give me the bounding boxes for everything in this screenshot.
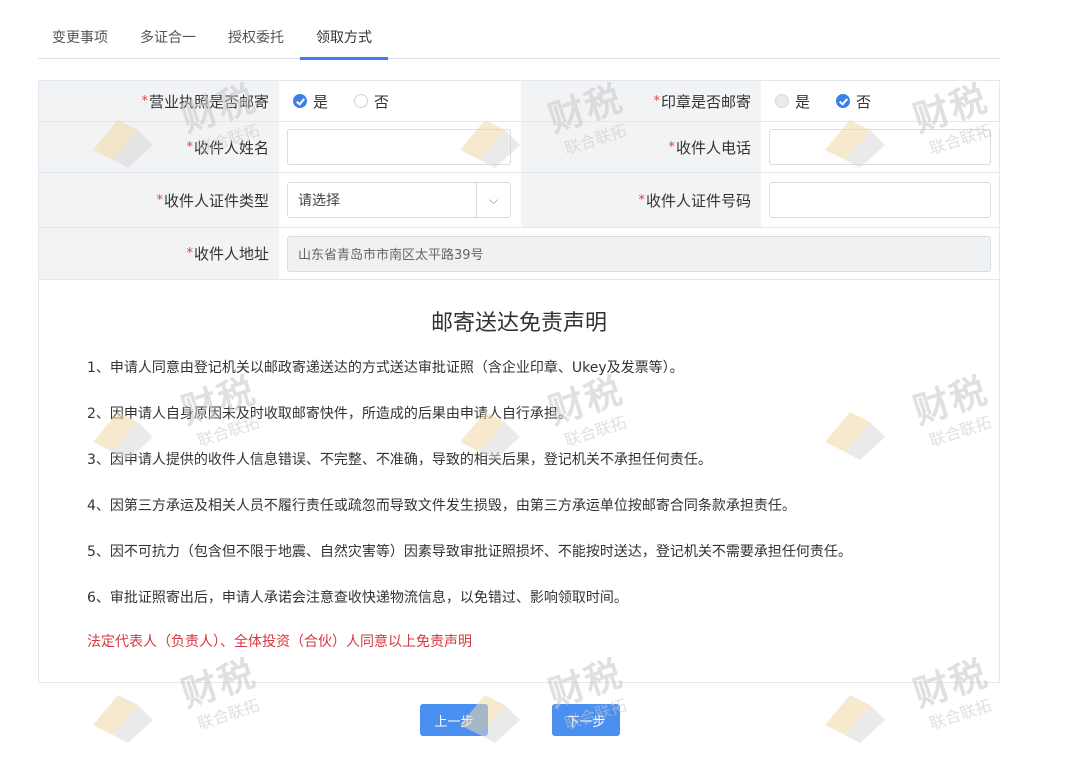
- license-mail-label: * 营业执照是否邮寄: [39, 81, 279, 121]
- tab-multi-license[interactable]: 多证合一: [124, 18, 212, 58]
- disclaimer-panel: 邮寄送达免责声明 1、申请人同意由登记机关以邮政寄递送达的方式送达审批证照（含企…: [38, 279, 1000, 683]
- tab-bar: 变更事项 多证合一 授权委托 领取方式: [38, 18, 1000, 60]
- form-row-id: * 收件人证件类型 请选择 ⌵ * 收件人证件号码: [39, 173, 999, 228]
- disclaimer-item: 6、审批证照寄出后，申请人承诺会注意查收快递物流信息，以免错过、影响领取时间。: [87, 590, 628, 606]
- seal-mail-label: * 印章是否邮寄: [521, 81, 761, 121]
- license-mail-options: 是 否: [279, 81, 521, 121]
- id-number-input[interactable]: [769, 182, 991, 218]
- watermark-logo-icon: [93, 695, 153, 743]
- license-mail-yes-radio[interactable]: 是: [293, 91, 328, 112]
- id-type-select[interactable]: 请选择 ⌵: [287, 182, 511, 218]
- address-label: * 收件人地址: [39, 228, 279, 279]
- seal-mail-options: 是 否: [761, 81, 999, 121]
- disclaimer-item: 2、因申请人自身原因未及时收取邮寄快件，所造成的后果由申请人自行承担。: [87, 406, 572, 422]
- id-number-label: * 收件人证件号码: [521, 173, 761, 227]
- chevron-down-icon[interactable]: ⌵: [476, 183, 510, 217]
- tab-change-items[interactable]: 变更事项: [38, 18, 124, 58]
- form-row-recipient: * 收件人姓名 * 收件人电话: [39, 122, 999, 173]
- radio-unchecked-icon: [775, 94, 789, 108]
- mailing-form: * 营业执照是否邮寄 是 否 * 印章是否邮寄 是 否 * 收件人姓名 * 收件人电话: [38, 80, 1000, 280]
- disclaimer-consent: 法定代表人（负责人）、全体投资（合伙）人同意以上免责声明: [87, 634, 472, 650]
- recipient-name-label: * 收件人姓名: [39, 122, 279, 172]
- license-mail-no-radio[interactable]: 否: [354, 91, 389, 112]
- id-type-label: * 收件人证件类型: [39, 173, 279, 227]
- radio-checked-icon: [836, 94, 851, 108]
- recipient-phone-label: * 收件人电话: [521, 122, 761, 172]
- tab-authorization[interactable]: 授权委托: [212, 18, 300, 58]
- next-step-button[interactable]: 下一步: [552, 704, 620, 736]
- tab-pickup-method[interactable]: 领取方式: [300, 18, 388, 60]
- disclaimer-item: 1、申请人同意由登记机关以邮政寄递送达的方式送达审批证照（含企业印章、Ukey及…: [87, 360, 684, 376]
- form-row-mail-options: * 营业执照是否邮寄 是 否 * 印章是否邮寄 是 否: [39, 81, 999, 122]
- recipient-phone-input[interactable]: [769, 129, 991, 165]
- watermark-logo-icon: [825, 695, 885, 743]
- watermark-subtext: 联合联拓: [195, 695, 262, 734]
- recipient-name-input[interactable]: [287, 129, 511, 165]
- disclaimer-item: 5、因不可抗力（包含但不限于地震、自然灾害等）因素导致审批证照损坏、不能按时送达…: [87, 544, 852, 560]
- form-row-address: * 收件人地址 山东省青岛市市南区太平路39号: [39, 228, 999, 279]
- prev-step-button[interactable]: 上一步: [420, 704, 488, 736]
- radio-checked-icon: [293, 94, 307, 108]
- disclaimer-item: 4、因第三方承运及相关人员不履行责任或疏忽而导致文件发生损毁，由第三方承运单位按…: [87, 498, 796, 514]
- disclaimer-title: 邮寄送达免责声明: [430, 311, 607, 336]
- radio-unchecked-icon: [354, 94, 369, 108]
- address-input[interactable]: 山东省青岛市市南区太平路39号: [287, 235, 991, 272]
- seal-mail-yes-radio[interactable]: 是: [775, 91, 810, 112]
- disclaimer-item: 3、因申请人提供的收件人信息错误、不完整、不准确，导致的相关后果，登记机关不承担…: [87, 452, 712, 468]
- watermark-subtext: 联合联拓: [927, 695, 994, 734]
- seal-mail-no-radio[interactable]: 否: [836, 91, 871, 112]
